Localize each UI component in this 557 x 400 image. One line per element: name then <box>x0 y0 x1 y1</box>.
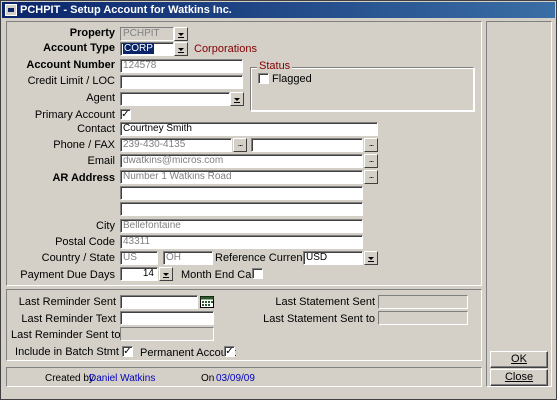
agent-field[interactable] <box>120 92 230 106</box>
ar-address-line3-field[interactable] <box>120 202 363 216</box>
email-ellipsis-button[interactable]: ... <box>364 154 378 168</box>
permanent-account-checkbox[interactable]: ✓ <box>224 346 235 357</box>
reference-currency-dropdown-button[interactable] <box>364 251 378 265</box>
created-on-label: On <box>201 373 215 384</box>
phone-fax-label: Phone / FAX <box>53 139 115 151</box>
last-reminder-sent-to-field <box>120 327 214 341</box>
contact-field[interactable]: Courtney Smith <box>120 122 378 136</box>
last-reminder-sent-field[interactable] <box>120 295 198 309</box>
account-type-label: Account Type <box>43 42 115 54</box>
created-by-value: Daniel Watkins <box>89 373 156 384</box>
ar-address-line2-field[interactable] <box>120 186 363 200</box>
state-field[interactable]: OH <box>163 251 213 265</box>
payment-due-days-label: Payment Due Days <box>20 269 115 281</box>
button-column-panel <box>486 21 552 387</box>
payment-due-days-dropdown-button[interactable] <box>159 267 173 281</box>
account-type-field[interactable]: CORP <box>120 42 174 56</box>
reference-currency-field[interactable]: USD <box>303 251 363 265</box>
reference-currency-label: Reference Currency <box>215 252 314 264</box>
property-dropdown-button <box>174 27 188 41</box>
credit-limit-label: Credit Limit / LOC <box>27 75 115 87</box>
last-statement-sent-to-label: Last Statement Sent to <box>263 313 375 325</box>
credit-limit-field[interactable] <box>120 75 243 89</box>
flagged-checkbox[interactable] <box>258 73 269 84</box>
payment-due-days-field[interactable]: 14 <box>120 267 158 281</box>
postal-code-field[interactable]: 43311 <box>120 235 363 249</box>
ar-address-ellipsis-button[interactable]: ... <box>364 170 378 184</box>
property-field: PCHPIT <box>120 27 174 41</box>
account-number-field[interactable]: 124578 <box>120 59 243 73</box>
city-field[interactable]: Bellefontaine <box>120 219 363 233</box>
country-field[interactable]: US <box>120 251 158 265</box>
last-reminder-sent-label: Last Reminder Sent <box>18 296 116 308</box>
account-number-label: Account Number <box>26 59 115 71</box>
month-end-calc-checkbox[interactable] <box>252 268 263 279</box>
postal-code-label: Postal Code <box>55 236 115 248</box>
app-icon <box>5 4 17 16</box>
phone-field[interactable]: 239-430-4135 <box>120 138 232 152</box>
include-in-batch-label: Include in Batch Stmt <box>15 346 119 358</box>
flagged-label: Flagged <box>272 73 312 85</box>
last-reminder-text-field[interactable] <box>120 311 214 325</box>
close-button[interactable]: Close <box>490 369 548 386</box>
primary-account-checkbox[interactable]: ✓ <box>120 109 131 120</box>
month-end-calc-label: Month End Calc. <box>181 269 263 281</box>
ar-address-label: AR Address <box>52 172 115 184</box>
fax-ellipsis-button[interactable]: ... <box>364 138 378 152</box>
ok-button[interactable]: OK <box>490 351 548 368</box>
agent-label: Agent <box>86 92 115 104</box>
ok-button-label: OK <box>511 353 527 365</box>
account-type-dropdown-button[interactable] <box>174 42 188 56</box>
account-type-value: CORP <box>123 43 154 54</box>
primary-account-label: Primary Account <box>34 109 115 121</box>
last-reminder-text-label: Last Reminder Text <box>21 313 116 325</box>
window-title: PCHPIT - Setup Account for Watkins Inc. <box>20 4 232 16</box>
email-label: Email <box>87 155 115 167</box>
calendar-icon[interactable] <box>200 296 214 308</box>
ar-address-line1-field[interactable]: Number 1 Watkins Road <box>120 170 363 184</box>
city-label: City <box>96 220 115 232</box>
last-reminder-sent-to-label: Last Reminder Sent to <box>11 329 121 341</box>
contact-label: Contact <box>77 123 115 135</box>
created-on-value: 03/09/09 <box>216 373 255 384</box>
setup-account-window: PCHPIT - Setup Account for Watkins Inc. … <box>0 0 557 400</box>
include-in-batch-checkbox[interactable]: ✓ <box>122 346 133 357</box>
close-button-label: Close <box>504 371 534 383</box>
created-by-label: Created by <box>45 373 94 384</box>
property-label: Property <box>69 27 115 39</box>
title-bar: PCHPIT - Setup Account for Watkins Inc. <box>2 2 555 18</box>
status-group-label: Status <box>257 60 293 73</box>
country-state-label: Country / State <box>41 252 115 264</box>
agent-dropdown-button[interactable] <box>230 92 244 106</box>
permanent-account-label: Permanent Account <box>140 347 237 359</box>
last-statement-sent-field <box>378 295 468 309</box>
email-field[interactable]: dwatkins@micros.com <box>120 154 363 168</box>
fax-field[interactable] <box>251 138 363 152</box>
last-statement-sent-label: Last Statement Sent <box>275 296 375 308</box>
last-statement-sent-to-field <box>378 311 468 325</box>
phone-ellipsis-button[interactable]: ... <box>233 138 247 152</box>
account-type-description: Corporations <box>194 43 257 55</box>
